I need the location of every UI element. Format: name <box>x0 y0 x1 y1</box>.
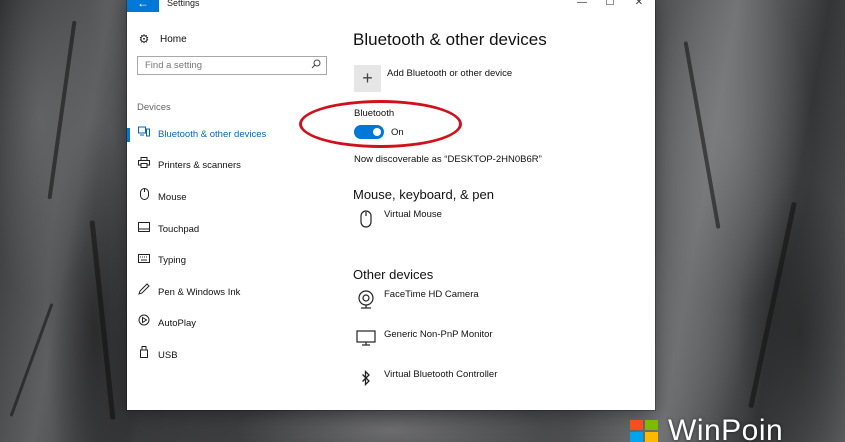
sidebar-item-pen[interactable]: Pen & Windows Ink <box>127 282 342 304</box>
rock-crack <box>9 303 54 417</box>
toggle-knob <box>373 128 381 136</box>
discoverable-status: Now discoverable as “DESKTOP-2HN0B6R” <box>354 154 542 165</box>
sidebar-item-typing[interactable]: Typing <box>127 250 342 272</box>
sidebar-item-label: Bluetooth & other devices <box>158 129 267 140</box>
rock-crack <box>47 20 77 200</box>
close-button[interactable]: ✕ <box>632 0 646 10</box>
selection-indicator <box>127 128 130 142</box>
bluetooth-toggle-state: On <box>391 127 404 138</box>
other-devices-heading: Other devices <box>353 267 434 282</box>
home-label: Home <box>160 33 187 45</box>
device-label: Virtual Mouse <box>384 209 442 220</box>
printer-icon <box>137 155 151 177</box>
sidebar-item-label: Touchpad <box>158 224 200 235</box>
page-title: Bluetooth & other devices <box>353 30 547 49</box>
keyboard-icon <box>137 250 151 272</box>
sidebar-item-autoplay[interactable]: AutoPlay <box>127 313 342 335</box>
pen-icon <box>137 282 151 304</box>
search-icon[interactable] <box>311 59 321 72</box>
webcam-icon <box>355 290 377 312</box>
main-content: Bluetooth & other devices + Add Bluetoot… <box>299 24 653 410</box>
title-bar: ← Settings — ☐ ✕ <box>127 0 655 12</box>
watermark-text: WinPoin <box>668 414 784 442</box>
mouse-icon <box>355 210 377 232</box>
device-facetime-camera[interactable]: FaceTime HD Camera <box>353 289 643 315</box>
usb-icon <box>137 345 151 367</box>
sidebar-item-label: Pen & Windows Ink <box>158 287 241 298</box>
device-generic-monitor[interactable]: Generic Non-PnP Monitor <box>353 329 643 355</box>
autoplay-icon <box>137 313 151 335</box>
sidebar-item-printers[interactable]: Printers & scanners <box>127 155 342 177</box>
mouse-icon <box>137 187 151 209</box>
winpoin-logo <box>630 420 660 442</box>
search-input[interactable] <box>145 59 305 72</box>
back-button[interactable]: ← <box>127 0 159 12</box>
devices-section-label: Devices <box>137 102 171 113</box>
device-virtual-bluetooth-controller[interactable]: Virtual Bluetooth Controller <box>353 369 643 395</box>
maximize-button[interactable]: ☐ <box>603 0 617 10</box>
device-label: FaceTime HD Camera <box>384 289 479 300</box>
add-device-label[interactable]: Add Bluetooth or other device <box>387 68 512 79</box>
add-device-button[interactable]: + <box>354 65 381 92</box>
mouse-keyboard-pen-heading: Mouse, keyboard, & pen <box>353 187 494 202</box>
bluetooth-label: Bluetooth <box>354 108 395 119</box>
sidebar-item-label: Typing <box>158 255 186 266</box>
device-label: Virtual Bluetooth Controller <box>384 369 498 380</box>
minimize-button[interactable]: — <box>575 0 589 10</box>
bluetooth-toggle[interactable] <box>354 125 384 139</box>
sidebar-item-mouse[interactable]: Mouse <box>127 187 342 209</box>
bluetooth-icon <box>355 369 377 392</box>
sidebar-item-touchpad[interactable]: Touchpad <box>127 219 342 241</box>
device-virtual-mouse[interactable]: Virtual Mouse <box>353 209 643 235</box>
gear-icon: ⚙ <box>138 32 150 46</box>
sidebar-item-home[interactable]: ⚙ Home <box>137 29 187 49</box>
settings-window: ← Settings — ☐ ✕ ⚙ Home Devices Bluetoot… <box>127 0 655 410</box>
rock-crack <box>89 220 116 420</box>
bluetooth-devices-icon <box>137 124 151 146</box>
rock-crack <box>748 201 797 409</box>
device-label: Generic Non-PnP Monitor <box>384 329 493 340</box>
monitor-icon <box>355 330 377 352</box>
sidebar-item-label: USB <box>158 350 178 361</box>
window-title: Settings <box>167 0 200 8</box>
sidebar-item-label: Mouse <box>158 192 187 203</box>
rock-crack <box>683 41 721 229</box>
search-box[interactable] <box>137 56 327 75</box>
sidebar: ⚙ Home Devices Bluetooth & other devices… <box>127 24 342 410</box>
sidebar-item-label: Printers & scanners <box>158 160 241 171</box>
sidebar-item-label: AutoPlay <box>158 318 197 329</box>
touchpad-icon <box>137 219 151 241</box>
sidebar-item-usb[interactable]: USB <box>127 345 342 367</box>
watermark: WinPoin <box>630 414 845 442</box>
